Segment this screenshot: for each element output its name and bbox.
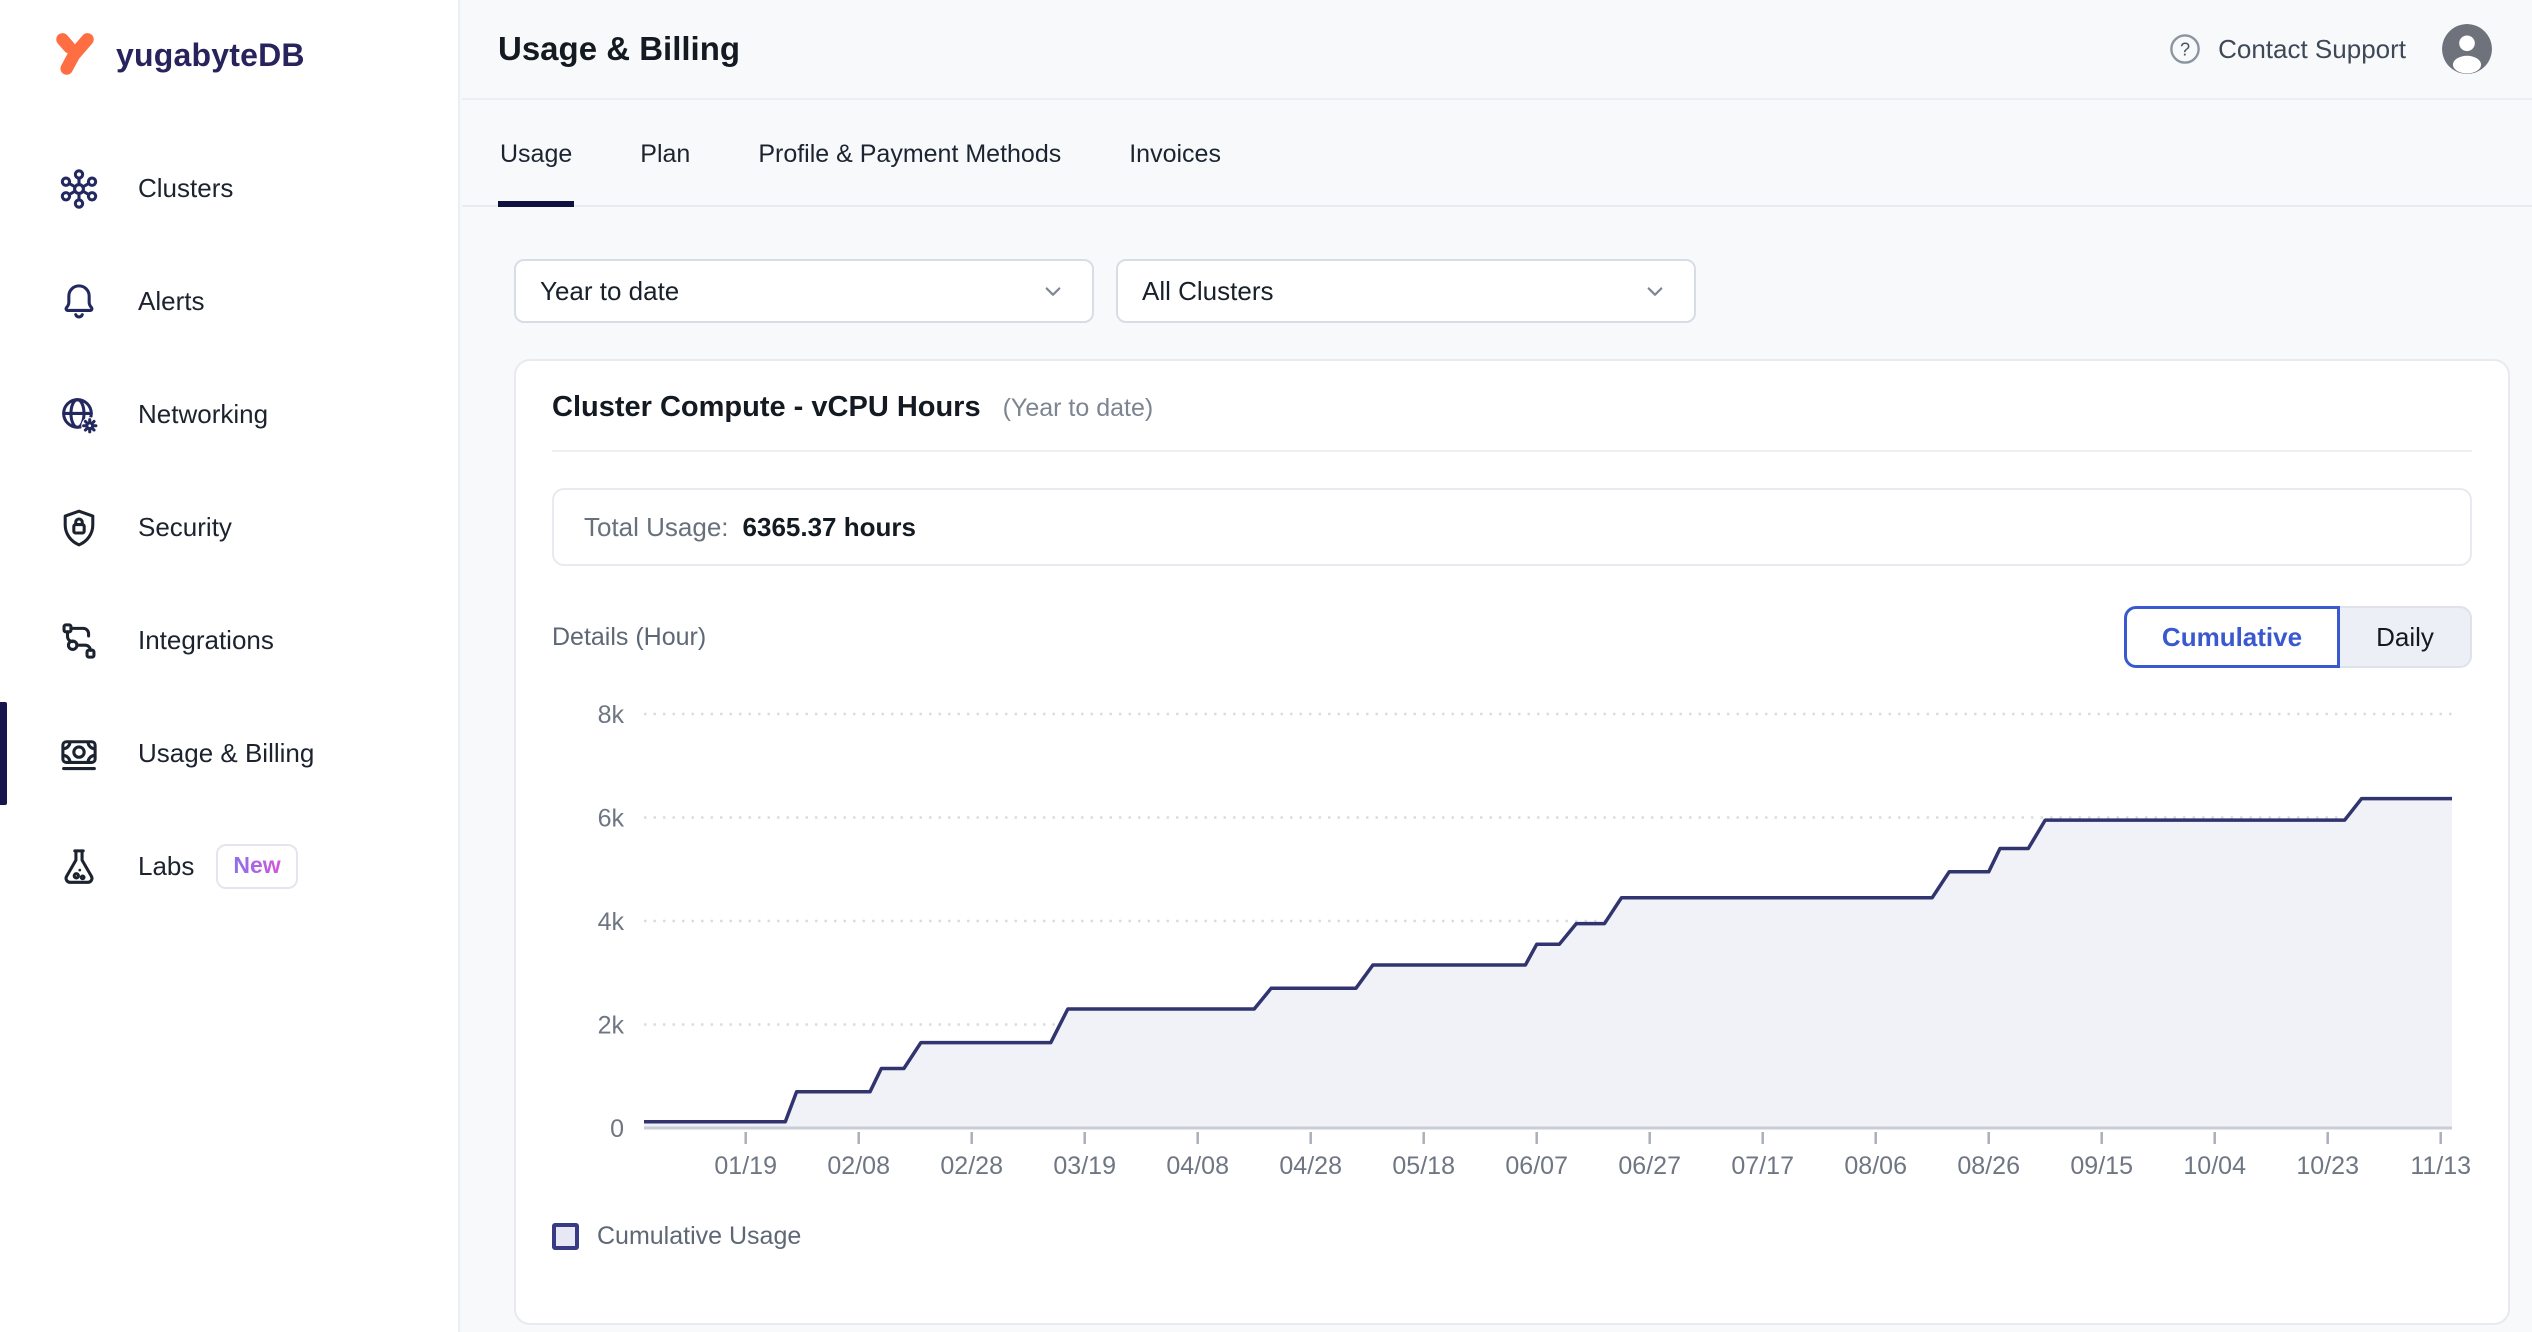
networking-globe-icon	[56, 392, 102, 438]
svg-text:06/07: 06/07	[1505, 1152, 1568, 1180]
card-subtitle: (Year to date)	[1003, 394, 1154, 423]
svg-text:07/17: 07/17	[1731, 1152, 1794, 1180]
total-usage-label: Total Usage:	[584, 512, 729, 543]
billing-tabs: Usage Plan Profile & Payment Methods Invoic…	[462, 124, 2532, 207]
main-content: Usage & Billing ? Contact Support	[462, 0, 2532, 1332]
brand-name: yugabyteDB	[116, 37, 305, 74]
svg-text:10/04: 10/04	[2183, 1152, 2246, 1180]
alerts-bell-icon	[56, 279, 102, 325]
sidebar-item-labs[interactable]: Labs New	[0, 810, 458, 923]
clusters-icon	[56, 166, 102, 212]
sidebar-item-label: Alerts	[138, 286, 204, 317]
svg-text:6k: 6k	[598, 805, 625, 833]
svg-text:01/19: 01/19	[714, 1152, 777, 1180]
svg-text:04/08: 04/08	[1166, 1152, 1229, 1180]
avatar[interactable]	[2442, 24, 2492, 74]
sidebar-item-label: Labs	[138, 851, 194, 882]
svg-text:?: ?	[2180, 39, 2190, 59]
sidebar-item-security[interactable]: Security	[0, 471, 458, 584]
svg-text:11/13: 11/13	[2410, 1152, 2471, 1180]
svg-text:09/15: 09/15	[2070, 1152, 2133, 1180]
details-row: Details (Hour) CumulativeDaily	[552, 606, 2472, 668]
filters-row: Year to date All Clusters	[514, 259, 2532, 323]
labs-flask-icon	[56, 844, 102, 890]
sidebar: yugabyteDB Clusters Alerts Networking Se…	[0, 0, 460, 1332]
toggle-option-daily[interactable]: Daily	[2340, 606, 2472, 668]
sidebar-item-alerts[interactable]: Alerts	[0, 245, 458, 358]
tab-profile-payment-methods[interactable]: Profile & Payment Methods	[756, 124, 1063, 205]
sidebar-item-usage-billing[interactable]: Usage & Billing	[0, 697, 458, 810]
card-divider	[552, 450, 2472, 452]
help-icon: ?	[2166, 30, 2204, 68]
cumulative-daily-toggle: CumulativeDaily	[2124, 606, 2472, 668]
svg-text:05/18: 05/18	[1392, 1152, 1455, 1180]
tab-plan[interactable]: Plan	[638, 124, 692, 205]
details-label: Details (Hour)	[552, 623, 706, 652]
period-select[interactable]: Year to date	[514, 259, 1094, 323]
svg-text:02/28: 02/28	[940, 1152, 1003, 1180]
page-title: Usage & Billing	[498, 30, 740, 68]
total-usage-box: Total Usage: 6365.37 hours	[552, 488, 2472, 566]
chevron-down-icon	[1038, 276, 1068, 306]
security-shield-icon	[56, 505, 102, 551]
legend-label: Cumulative Usage	[597, 1222, 801, 1251]
page-header: Usage & Billing ? Contact Support	[462, 0, 2532, 100]
sidebar-nav: Clusters Alerts Networking Security Inte…	[0, 132, 458, 923]
clusters-select-value: All Clusters	[1142, 276, 1273, 307]
svg-text:10/23: 10/23	[2296, 1152, 2359, 1180]
sidebar-item-networking[interactable]: Networking	[0, 358, 458, 471]
svg-text:02/08: 02/08	[827, 1152, 890, 1180]
contact-support-button[interactable]: ? Contact Support	[2166, 30, 2406, 68]
period-select-value: Year to date	[540, 276, 679, 307]
usage-card: Cluster Compute - vCPU Hours (Year to da…	[514, 359, 2510, 1325]
clusters-select[interactable]: All Clusters	[1116, 259, 1696, 323]
sidebar-item-integrations[interactable]: Integrations	[0, 584, 458, 697]
contact-support-label: Contact Support	[2218, 34, 2406, 65]
sidebar-item-label: Integrations	[138, 625, 274, 656]
svg-text:08/26: 08/26	[1957, 1152, 2020, 1180]
new-badge: New	[216, 844, 297, 889]
integrations-icon	[56, 618, 102, 664]
svg-text:4k: 4k	[598, 908, 625, 936]
svg-text:06/27: 06/27	[1618, 1152, 1681, 1180]
total-usage-value: 6365.37 hours	[743, 512, 916, 543]
toggle-option-cumulative[interactable]: Cumulative	[2124, 606, 2340, 668]
sidebar-item-label: Clusters	[138, 173, 233, 204]
legend-checkbox[interactable]	[552, 1223, 579, 1250]
sidebar-item-label: Networking	[138, 399, 268, 430]
svg-text:04/28: 04/28	[1279, 1152, 1342, 1180]
sidebar-item-label: Security	[138, 512, 232, 543]
tab-usage[interactable]: Usage	[498, 124, 574, 205]
svg-text:03/19: 03/19	[1053, 1152, 1116, 1180]
sidebar-item-clusters[interactable]: Clusters	[0, 132, 458, 245]
tab-invoices[interactable]: Invoices	[1127, 124, 1223, 205]
card-title: Cluster Compute - vCPU Hours	[552, 391, 981, 424]
svg-text:2k: 2k	[598, 1012, 625, 1040]
svg-text:8k: 8k	[598, 701, 625, 729]
chart-legend: Cumulative Usage	[552, 1222, 2472, 1251]
yugabytedb-logo[interactable]: yugabyteDB	[0, 0, 458, 80]
svg-text:08/06: 08/06	[1844, 1152, 1907, 1180]
usage-chart: 0 2k 4k 6k 8k 01/19 02/08 02/28 03/19 04/08 04/28 0…	[552, 692, 2478, 1204]
usage-billing-icon	[56, 731, 102, 777]
sidebar-item-label: Usage & Billing	[138, 738, 314, 769]
chevron-down-icon	[1640, 276, 1670, 306]
svg-text:0: 0	[610, 1115, 624, 1143]
yugabyte-logo-icon	[50, 30, 100, 80]
